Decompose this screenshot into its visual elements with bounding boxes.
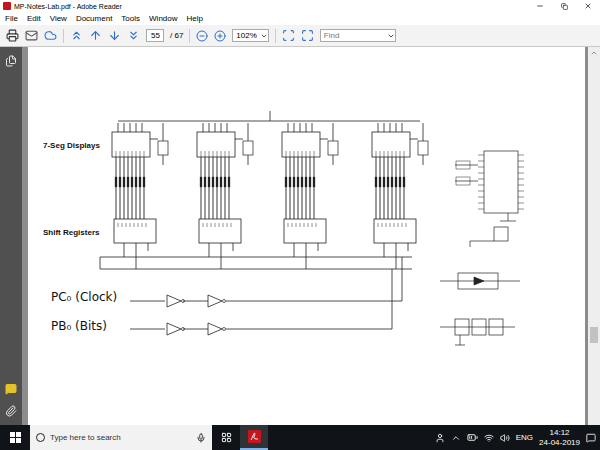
dropdown-icon	[387, 32, 395, 40]
search-icon	[36, 433, 45, 442]
find-field[interactable]: Find	[320, 29, 396, 42]
print-icon[interactable]	[6, 29, 19, 42]
email-icon[interactable]	[25, 29, 38, 42]
shift-register-chip	[284, 219, 326, 243]
app-icon	[3, 2, 11, 10]
adobe-reader-task[interactable]	[240, 425, 268, 450]
shift-register-chip	[374, 219, 416, 243]
last-page-icon[interactable]	[127, 29, 140, 42]
attachments-icon[interactable]	[5, 405, 17, 417]
system-tray: ENG 14:1224-04-2019	[435, 428, 600, 448]
menu-item[interactable]: Document	[76, 15, 112, 23]
left-sidebar	[0, 47, 22, 425]
fit-width-icon[interactable]	[301, 29, 314, 42]
people-icon[interactable]	[435, 433, 445, 443]
fit-page-icon[interactable]	[282, 29, 295, 42]
comments-icon[interactable]	[5, 383, 17, 395]
restore-icon	[561, 3, 568, 10]
share-icon[interactable]	[44, 29, 57, 42]
show-hidden-icon[interactable]	[451, 433, 461, 443]
buffer-gate	[208, 323, 226, 335]
language-indicator[interactable]: ENG	[516, 432, 533, 444]
display-stage	[197, 123, 253, 269]
menu-item[interactable]: Tools	[121, 15, 140, 23]
window-title: MP-Notes-Lab.pdf - Adobe Reader	[14, 3, 122, 10]
close-button[interactable]	[576, 2, 600, 10]
clock[interactable]: 14:1224-04-2019	[539, 428, 580, 448]
main-area: 7-Seg Displays Shift Registers PC₀ (Clock)…	[0, 47, 600, 425]
menu-item[interactable]: Help	[187, 15, 203, 23]
notifications-icon[interactable]	[586, 433, 596, 443]
minimize-button[interactable]	[528, 2, 552, 10]
start-button[interactable]	[0, 425, 30, 450]
menu-item[interactable]: File	[5, 15, 18, 23]
seven-segment-display	[372, 132, 410, 157]
toolbar: 55 / 67 102% Find	[0, 25, 600, 47]
registers-label: Shift Registers	[43, 228, 100, 237]
circuit-diagram: 7-Seg Displays Shift Registers PC₀ (Clock)…	[28, 47, 585, 425]
windows-icon	[10, 432, 21, 443]
buffer-gate	[208, 295, 226, 307]
power-circuit	[440, 273, 520, 345]
title-bar: MP-Notes-Lab.pdf - Adobe Reader	[0, 0, 600, 12]
taskbar: Type here to search ENG 14:1224-04-2019	[0, 425, 600, 450]
scroll-up-icon[interactable]	[590, 49, 598, 57]
bits-label: PB₀ (Bits)	[51, 319, 107, 333]
document-area: 7-Seg Displays Shift Registers PC₀ (Clock)…	[22, 47, 588, 425]
displays-label: 7-Seg Displays	[43, 141, 100, 150]
screen: MP-Notes-Lab.pdf - Adobe Reader File Edit V…	[0, 0, 600, 450]
close-icon	[584, 2, 592, 10]
scrollbar[interactable]	[588, 47, 600, 425]
wifi-icon[interactable]	[484, 433, 494, 443]
display-stage	[282, 123, 338, 269]
battery-icon[interactable]	[467, 432, 478, 443]
zoom-out-icon[interactable]	[196, 30, 208, 42]
search-box[interactable]: Type here to search	[30, 425, 212, 450]
pages-icon[interactable]	[5, 55, 17, 67]
scroll-thumb[interactable]	[590, 327, 598, 343]
dropdown-icon	[260, 32, 268, 40]
menu-item[interactable]: Window	[149, 15, 177, 23]
display-stage	[372, 123, 428, 269]
page-field[interactable]: 55	[146, 29, 164, 42]
seven-segment-display	[197, 132, 235, 157]
menu-item[interactable]: Edit	[27, 15, 41, 23]
adobe-reader-icon	[248, 430, 261, 443]
menu-bar: File Edit View Document Tools Window Help	[0, 12, 600, 25]
zoom-field[interactable]: 102%	[232, 29, 268, 42]
buffer-gate	[167, 323, 185, 335]
restore-button[interactable]	[552, 3, 576, 10]
pdf-page: 7-Seg Displays Shift Registers PC₀ (Clock)…	[28, 47, 585, 425]
shift-register-chip	[199, 219, 241, 243]
volume-icon[interactable]	[500, 433, 510, 443]
menu-item[interactable]: View	[50, 15, 67, 23]
buffer-gate	[167, 295, 185, 307]
seven-segment-display	[112, 132, 150, 157]
task-view-button[interactable]	[212, 425, 240, 450]
clock-label: PC₀ (Clock)	[51, 290, 117, 304]
first-page-icon[interactable]	[70, 29, 83, 42]
page-count: / 67	[170, 30, 183, 42]
minimize-icon	[536, 2, 544, 10]
task-view-icon	[221, 432, 232, 443]
microphone-icon[interactable]	[196, 433, 206, 443]
zoom-in-icon[interactable]	[214, 30, 226, 42]
previous-page-icon[interactable]	[89, 29, 102, 42]
connector-block	[455, 151, 524, 247]
shift-register-chip	[114, 219, 156, 243]
display-stage	[112, 123, 168, 269]
seven-segment-display	[282, 132, 320, 157]
next-page-icon[interactable]	[108, 29, 121, 42]
